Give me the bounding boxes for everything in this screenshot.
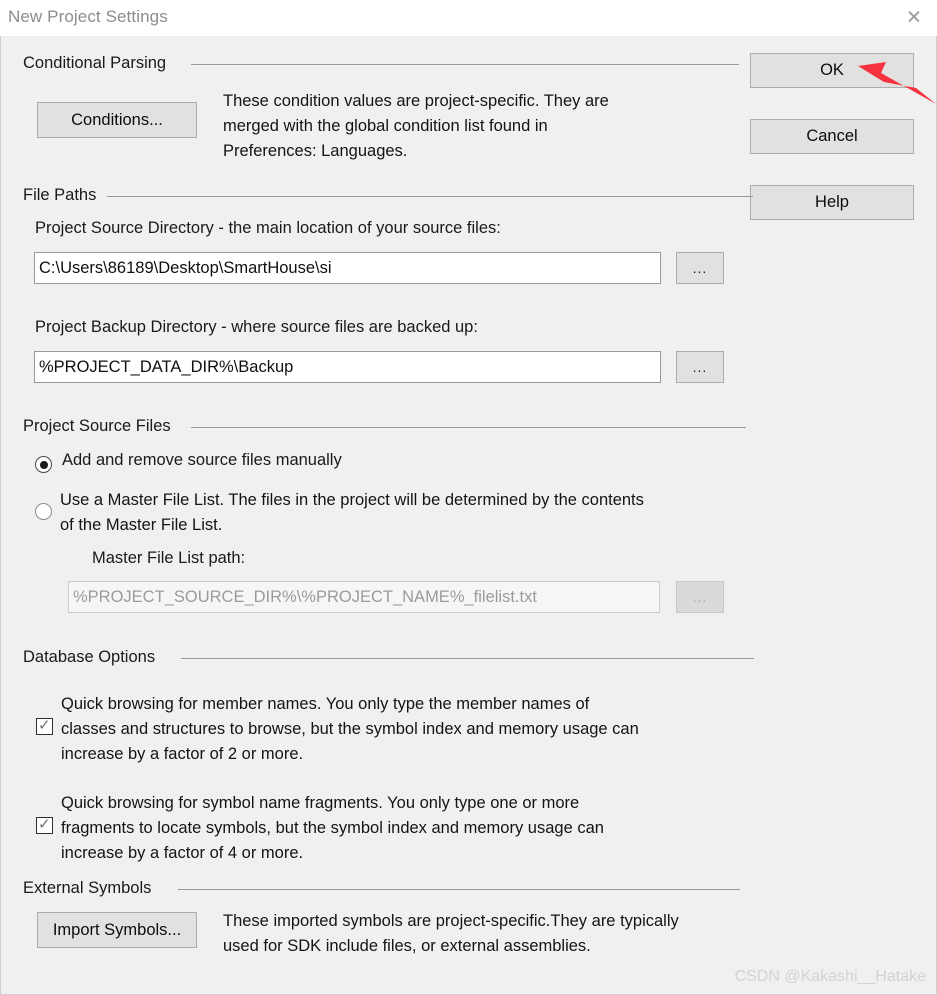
conditional-parsing-description: These condition values are project-speci… [223, 89, 723, 164]
ok-button[interactable]: OK [750, 53, 914, 88]
checkbox-quick-browse-member-names-label: Quick browsing for member names. You onl… [61, 692, 761, 767]
watermark-text: CSDN @Kakashi__Hatake [734, 968, 926, 985]
project-source-directory-input[interactable] [34, 252, 661, 284]
radio-master-line1: Use a Master File List. The files in the… [60, 491, 644, 509]
database-option2-line2: fragments to locate symbols, but the sym… [61, 819, 604, 837]
conditional-parsing-description-line3: Preferences: Languages. [223, 142, 408, 160]
radio-use-master-file-list[interactable] [35, 503, 52, 520]
new-project-settings-dialog: New Project Settings ✕ OK Cancel Help Co… [0, 0, 937, 995]
checkbox-quick-browse-member-names[interactable]: ✓ [36, 717, 53, 735]
group-label-database-options: Database Options [23, 648, 163, 667]
group-label-project-source-files: Project Source Files [23, 417, 178, 436]
group-divider-database-options [181, 658, 754, 659]
group-divider-project-source-files [191, 427, 746, 428]
group-divider-conditional-parsing [191, 64, 739, 65]
close-icon: ✕ [906, 7, 922, 29]
conditions-button[interactable]: Conditions... [37, 102, 197, 138]
group-label-file-paths: File Paths [23, 186, 104, 205]
external-symbols-description-line1: These imported symbols are project-speci… [223, 912, 679, 930]
database-option2-line3: increase by a factor of 4 or more. [61, 844, 304, 862]
close-button[interactable]: ✕ [891, 0, 937, 36]
window-title: New Project Settings [8, 7, 168, 26]
radio-add-remove-manually-label: Add and remove source files manually [62, 451, 342, 469]
browse-source-directory-button[interactable]: ... [676, 252, 724, 284]
database-option2-line1: Quick browsing for symbol name fragments… [61, 794, 580, 812]
conditional-parsing-description-line1: These condition values are project-speci… [223, 92, 609, 110]
external-symbols-description: These imported symbols are project-speci… [223, 909, 783, 959]
master-file-list-path-input[interactable] [68, 581, 660, 613]
database-option1-line3: increase by a factor of 2 or more. [61, 745, 304, 763]
checkbox-quick-browse-symbol-fragments[interactable]: ✓ [36, 816, 53, 834]
check-icon: ✓ [38, 816, 51, 833]
database-option1-line1: Quick browsing for member names. You onl… [61, 695, 590, 713]
help-button[interactable]: Help [750, 185, 914, 220]
browse-backup-directory-button[interactable]: ... [676, 351, 724, 383]
browse-master-file-list-button[interactable]: ... [676, 581, 724, 613]
master-file-list-path-label: Master File List path: [92, 549, 246, 567]
external-symbols-description-line2: used for SDK include files, or external … [223, 937, 591, 955]
checkbox-quick-browse-symbol-fragments-label: Quick browsing for symbol name fragments… [61, 791, 761, 866]
project-backup-directory-input[interactable] [34, 351, 661, 383]
cancel-button[interactable]: Cancel [750, 119, 914, 154]
radio-use-master-file-list-label: Use a Master File List. The files in the… [60, 488, 760, 538]
database-option1-line2: classes and structures to browse, but th… [61, 720, 639, 738]
project-source-directory-label: Project Source Directory - the main loca… [35, 219, 501, 237]
window-titlebar: New Project Settings ✕ [0, 0, 937, 36]
dialog-client-area: OK Cancel Help Conditional Parsing Condi… [0, 36, 937, 995]
project-backup-directory-label: Project Backup Directory - where source … [35, 318, 478, 336]
group-divider-file-paths [107, 196, 753, 197]
check-icon: ✓ [38, 717, 51, 734]
group-divider-external-symbols [178, 889, 740, 890]
group-label-conditional-parsing: Conditional Parsing [23, 54, 174, 73]
group-label-external-symbols: External Symbols [23, 879, 159, 898]
conditional-parsing-description-line2: merged with the global condition list fo… [223, 117, 548, 135]
radio-add-remove-manually[interactable] [35, 456, 52, 473]
import-symbols-button[interactable]: Import Symbols... [37, 912, 197, 948]
radio-master-line2: of the Master File List. [60, 516, 223, 534]
